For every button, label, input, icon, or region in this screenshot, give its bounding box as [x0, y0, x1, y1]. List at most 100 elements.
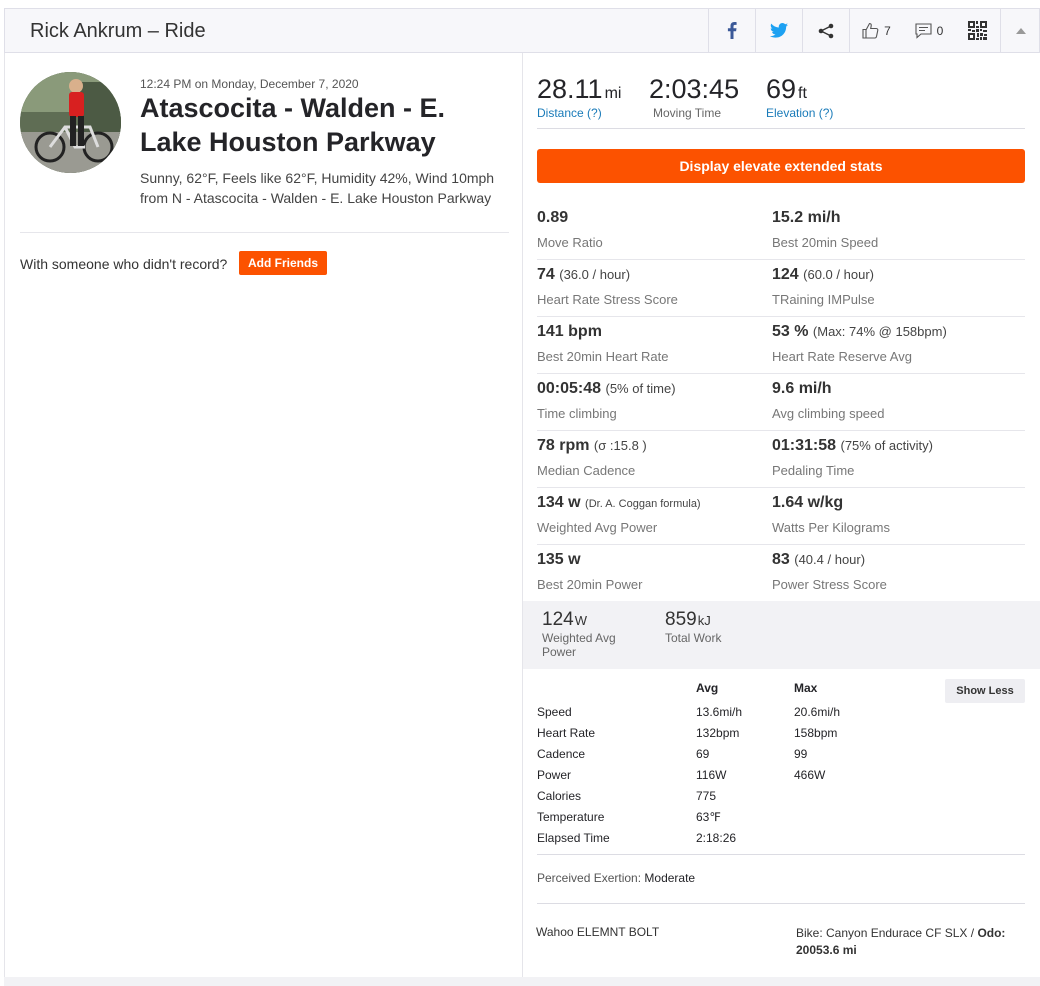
- table-cell-label: Cadence: [537, 747, 586, 761]
- extended-stat-label: TRaining IMPulse: [772, 292, 875, 307]
- table-cell-avg: 2:18:26: [696, 831, 737, 845]
- table-row: Cadence 69 99: [537, 747, 937, 768]
- bike-info: Bike: Canyon Endurace CF SLX / Odo: 2005…: [796, 925, 1026, 959]
- add-friends-button[interactable]: Add Friends: [239, 251, 327, 275]
- extended-stat-label: Pedaling Time: [772, 463, 855, 478]
- extended-stat-label: Heart Rate Stress Score: [537, 292, 678, 307]
- table-row: Power 116W 466W: [537, 768, 937, 789]
- elevation-value: 69: [766, 74, 797, 104]
- extended-stat-label: Heart Rate Reserve Avg: [772, 349, 912, 364]
- extended-stats-row: 141 bpm Best 20min Heart Rate 53 % (Max: 7…: [537, 317, 1025, 374]
- extended-stat-extra: (60.0 / hour): [803, 267, 874, 282]
- activity-name: Atascocita - Walden - E. Lake Houston Pa…: [140, 93, 446, 157]
- extended-stat-value-line: 135 w: [537, 551, 643, 569]
- perceived-exertion: Perceived Exertion: Moderate: [537, 871, 695, 885]
- qr-code-icon: [968, 21, 987, 40]
- extended-stat: 74 (36.0 / hour) Heart Rate Stress Score: [537, 260, 678, 307]
- extended-stat: 53 % (Max: 74% @ 158bpm) Heart Rate Reser…: [772, 317, 947, 364]
- extended-stat-label: Best 20min Power: [537, 577, 643, 592]
- extended-stat-extra: (36.0 / hour): [559, 267, 631, 282]
- extended-stat-label: Median Cadence: [537, 463, 636, 478]
- share-facebook-button[interactable]: [708, 9, 755, 52]
- extended-stat-value-line: 00:05:48 (5% of time): [537, 380, 676, 398]
- extended-stat-value-line: 134 w (Dr. A. Coggan formula): [537, 494, 701, 512]
- extended-stat: 134 w (Dr. A. Coggan formula) Weighted Av…: [537, 488, 701, 535]
- activity-stats-panel: 28.11 mi Distance (?) 2:03:45 Moving Time…: [523, 53, 1040, 986]
- table-cell-avg: 116W: [696, 768, 727, 782]
- extended-stat-value: 74: [537, 266, 555, 283]
- extended-stat-value-line: 15.2 mi/h: [772, 209, 878, 227]
- moving-time-label: Moving Time: [653, 106, 722, 120]
- table-cell-max: 158bpm: [794, 726, 838, 740]
- table-cell-avg: 69: [696, 747, 710, 761]
- elevation-stat: 69 ft Elevation (?): [766, 73, 833, 120]
- extended-stat: 83 (40.4 / hour) Power Stress Score: [772, 545, 887, 592]
- comment-icon: [915, 22, 932, 39]
- divider: [537, 128, 1025, 129]
- extended-stat-label: Weighted Avg Power: [537, 520, 658, 535]
- extended-stat-value-line: 0.89: [537, 209, 603, 227]
- extended-stat-value-line: 1.64 w/kg: [772, 494, 890, 512]
- activity-timestamp: 12:24 PM on Monday, December 7, 2020: [140, 77, 359, 91]
- extended-stats-row: 134 w (Dr. A. Coggan formula) Weighted Av…: [537, 488, 1025, 545]
- table-row: Elapsed Time 2:18:26: [537, 831, 937, 852]
- extended-stat-label: Best 20min Speed: [772, 235, 879, 250]
- extended-stats-row: 74 (36.0 / hour) Heart Rate Stress Score 1…: [537, 260, 1025, 317]
- footer-band: [4, 977, 1040, 986]
- table-cell-avg: 63℉: [696, 810, 721, 824]
- table-cell-max: 20.6mi/h: [794, 705, 841, 719]
- with-someone-prompt: With someone who didn't record?: [20, 256, 228, 272]
- extended-stat-label: Best 20min Heart Rate: [537, 349, 669, 364]
- table-cell-avg: 13.6mi/h: [696, 705, 743, 719]
- moving-time-stat: 2:03:45 Moving Time: [649, 73, 741, 120]
- elevation-unit: ft: [798, 85, 807, 102]
- collapse-button[interactable]: [1000, 9, 1040, 52]
- extended-stat: 0.89 Move Ratio: [537, 203, 603, 250]
- activity-date: on Monday, December 7, 2020: [194, 77, 359, 91]
- table-cell-label: Speed: [537, 705, 572, 719]
- athlete-photo: [20, 72, 121, 173]
- extended-stat-value: 53 %: [772, 323, 809, 340]
- extended-stat-value-line: 141 bpm: [537, 323, 669, 341]
- kudos-count: 7: [884, 23, 891, 38]
- table-cell-avg: 132bpm: [696, 726, 740, 740]
- caret-up-icon: [1016, 27, 1026, 34]
- weighted-avg-power-summary: 124W Weighted Avg Power: [542, 609, 642, 659]
- table-row: Temperature 63℉: [537, 810, 937, 831]
- total-work-value: 859: [665, 609, 697, 630]
- distance-label-link[interactable]: Distance (?): [537, 106, 621, 120]
- elevation-label-link[interactable]: Elevation (?): [766, 106, 833, 120]
- facebook-icon: [727, 22, 737, 39]
- comments-button[interactable]: 0: [903, 9, 955, 52]
- extended-stat-value: 1.64 w/kg: [772, 494, 844, 511]
- extended-stat-value: 134 w: [537, 494, 581, 511]
- table-row: Calories 775: [537, 789, 937, 810]
- share-twitter-button[interactable]: [755, 9, 802, 52]
- bike-name[interactable]: Bike: Canyon Endurace CF SLX /: [796, 926, 974, 940]
- share-button[interactable]: [802, 9, 849, 52]
- table-row: Heart Rate 132bpm 158bpm: [537, 726, 937, 747]
- elevate-extended-stats-button[interactable]: Display elevate extended stats: [537, 149, 1025, 183]
- perceived-exertion-value: Moderate: [644, 871, 696, 885]
- extended-stat: 124 (60.0 / hour) TRaining IMPulse: [772, 260, 875, 307]
- distance-value: 28.11: [537, 74, 603, 104]
- kudos-button[interactable]: 7: [849, 9, 903, 52]
- table-cell-avg: 775: [696, 789, 717, 803]
- twitter-icon: [770, 23, 788, 38]
- table-cell-label: Calories: [537, 789, 582, 803]
- share-icon: [818, 23, 834, 38]
- extended-stat-value: 124: [772, 266, 799, 283]
- extended-stat-value: 0.89: [537, 209, 569, 226]
- extended-stat-label: Watts Per Kilograms: [772, 520, 890, 535]
- activity-description: Sunny, 62°F, Feels like 62°F, Humidity 4…: [140, 170, 495, 206]
- extended-stat-value: 9.6 mi/h: [772, 380, 832, 397]
- extended-stat-extra: (75% of activity): [840, 438, 933, 453]
- extended-stat: 9.6 mi/h Avg climbing speed: [772, 374, 885, 421]
- weighted-avg-power-label: Weighted Avg Power: [542, 631, 616, 659]
- extended-stat-value: 83: [772, 551, 790, 568]
- show-less-button[interactable]: Show Less: [945, 679, 1025, 703]
- athlete-avatar[interactable]: [20, 72, 121, 173]
- extended-stat-value-line: 9.6 mi/h: [772, 380, 885, 398]
- qr-code-button[interactable]: [955, 9, 1000, 52]
- device-name: Wahoo ELEMNT BOLT: [536, 925, 660, 939]
